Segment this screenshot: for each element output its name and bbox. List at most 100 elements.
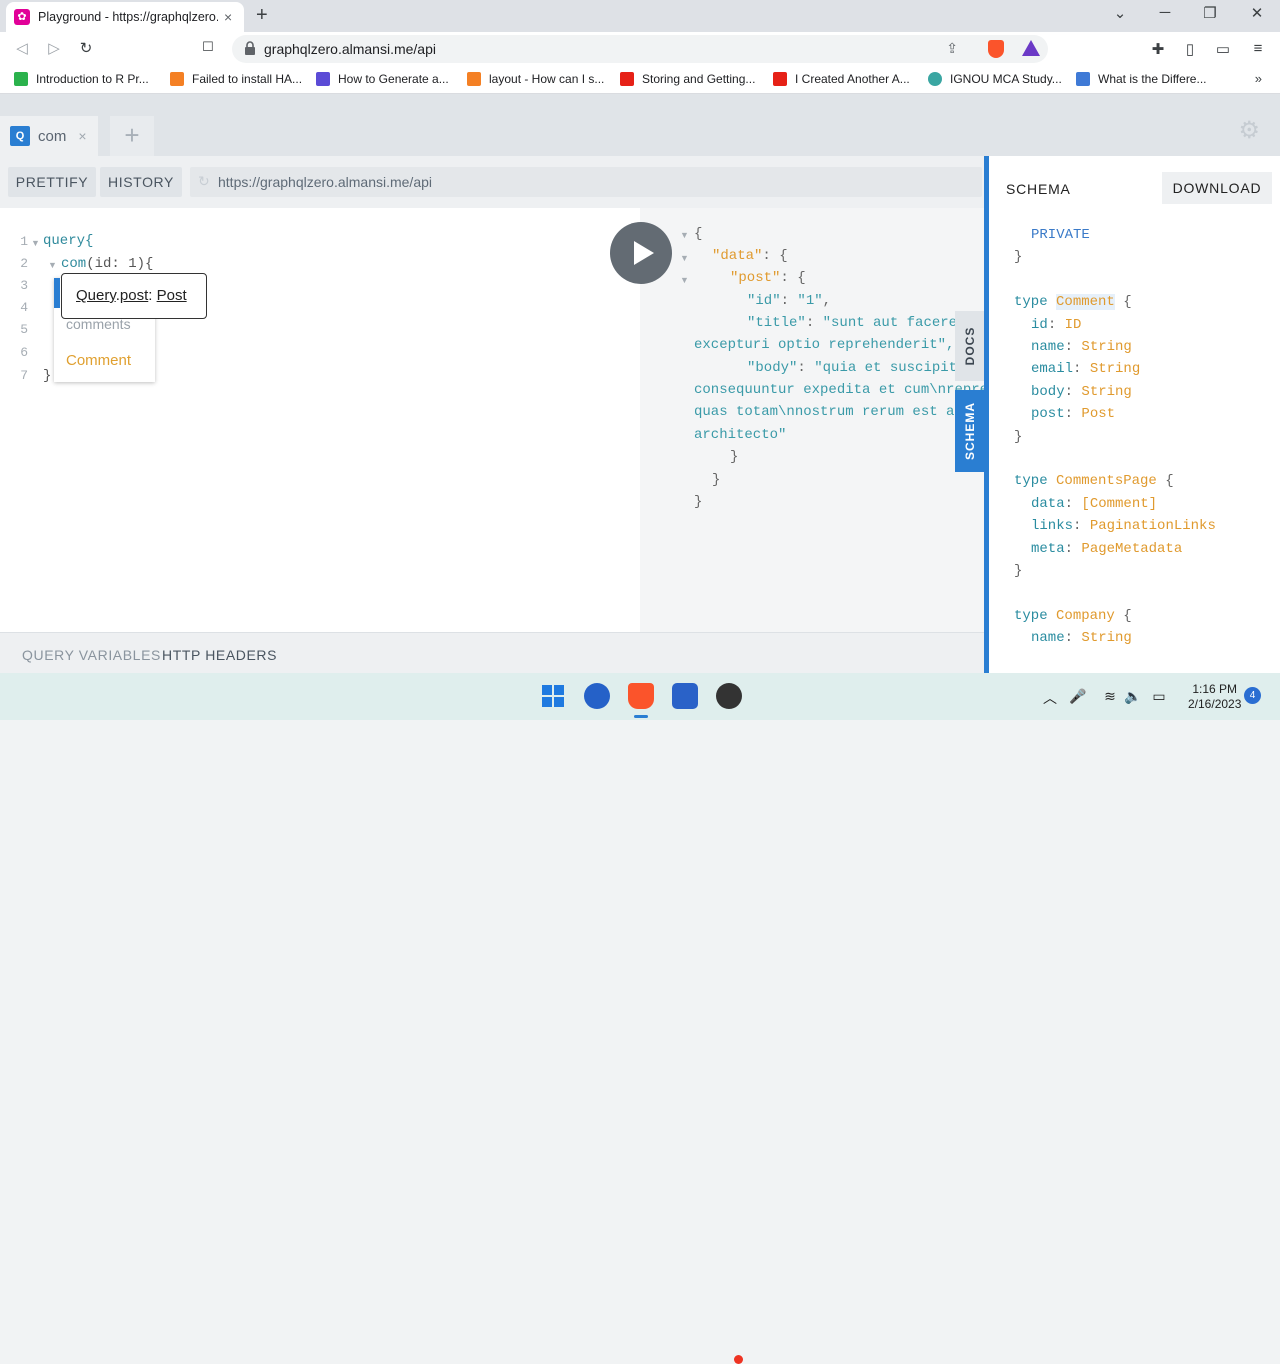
field-type[interactable]: [Comment] (1081, 496, 1157, 512)
schema-field: meta: PageMetadata (1031, 541, 1183, 557)
battery-icon[interactable]: ▭ (1150, 688, 1168, 705)
bookmark-item[interactable]: What is the Differe... (1076, 72, 1207, 86)
result-line: "post": { (730, 270, 806, 286)
query-variables-tab[interactable]: QUERY VARIABLES (22, 647, 161, 663)
result-line: consequuntur expedita et cum\nreprehende… (694, 382, 984, 398)
schema-tab[interactable]: SCHEMA (955, 390, 984, 472)
autocomplete-item-comment[interactable]: Comment (66, 352, 131, 369)
field-name: body (1031, 384, 1065, 400)
bookmark-label: IGNOU MCA Study... (950, 72, 1062, 86)
bookmark-item[interactable]: Storing and Getting... (620, 72, 755, 86)
reload-icon[interactable]: ↻ (76, 39, 96, 57)
bookmark-item[interactable]: I Created Another A... (773, 72, 910, 86)
fold-arrow-icon[interactable]: ▼ (680, 253, 689, 263)
query-editor[interactable]: 1 ▼ 2 ▼ 3 4 5 6 7 query{ com(id: 1){ } (0, 208, 640, 632)
type-name[interactable]: Company (1056, 608, 1115, 624)
enum-value: PRIVATE (1031, 227, 1090, 243)
playground-tab[interactable]: Q com × (0, 116, 98, 156)
docs-tab-label: DOCS (962, 326, 977, 366)
type-name[interactable]: Comment (1056, 294, 1115, 310)
wifi-icon[interactable]: ≋ (1101, 688, 1119, 705)
schema-field: name: String (1031, 630, 1132, 646)
bookmark-label: Storing and Getting... (642, 72, 756, 86)
field-type[interactable]: ID (1065, 317, 1082, 333)
bookmark-label: layout - How can I s... (489, 72, 605, 86)
field-type[interactable]: PageMetadata (1081, 541, 1182, 557)
fold-arrow-icon[interactable]: ▼ (680, 275, 689, 285)
bookmark-item[interactable]: Failed to install HA... (170, 72, 302, 86)
mic-icon[interactable]: 🎤 (1069, 688, 1087, 705)
field-type[interactable]: PaginationLinks (1090, 518, 1216, 534)
add-tab-button[interactable]: + (110, 116, 154, 156)
close-tab-icon[interactable]: × (224, 9, 232, 25)
run-query-button[interactable] (610, 222, 672, 284)
fold-arrow-icon[interactable]: ▼ (48, 260, 57, 270)
json-key: "title" (747, 315, 806, 331)
http-headers-tab[interactable]: HTTP HEADERS (162, 647, 277, 663)
bookmark-item[interactable]: How to Generate a... (316, 72, 449, 86)
reload-icon[interactable]: ↻ (198, 173, 210, 190)
field-name: meta (1031, 541, 1065, 557)
obs-icon[interactable] (716, 683, 742, 709)
fold-arrow-icon[interactable]: ▼ (680, 230, 689, 240)
sidebar-icon[interactable]: ▯ (1180, 40, 1200, 58)
type-name[interactable]: CommentsPage (1056, 473, 1157, 489)
brave-rewards-icon[interactable] (1022, 40, 1040, 56)
share-icon[interactable]: ⇪ (946, 40, 958, 57)
window-close-icon[interactable]: ✕ (1247, 4, 1267, 22)
brave-shield-icon[interactable] (988, 40, 1004, 58)
bookmarks-overflow-icon[interactable]: » (1255, 71, 1262, 86)
forward-icon[interactable]: ▷ (44, 39, 64, 57)
notepad-icon[interactable] (672, 683, 698, 709)
field-name: data (1031, 496, 1065, 512)
docs-tab[interactable]: DOCS (955, 311, 984, 381)
restore-icon[interactable]: ❐ (1200, 4, 1220, 22)
bookmark-icon[interactable]: ☐ (198, 39, 218, 55)
line-number: 5 (20, 322, 28, 337)
close-icon[interactable]: × (78, 128, 86, 144)
json-key: "id" (747, 293, 781, 309)
download-button[interactable]: DOWNLOAD (1162, 172, 1272, 204)
schema-type-company: type Company { (1014, 608, 1132, 624)
tooltip-type[interactable]: Post (157, 287, 187, 304)
json-punct: : { (780, 270, 806, 286)
endpoint-input[interactable]: ↻ https://graphqlzero.almansi.me/api (190, 167, 982, 197)
field-type[interactable]: String (1090, 361, 1140, 377)
gear-icon[interactable]: ⚙ (1238, 116, 1260, 145)
notification-badge[interactable]: 4 (1244, 687, 1261, 704)
tab-search-icon[interactable]: ⌄ (1110, 4, 1130, 22)
field-type[interactable]: String (1081, 384, 1131, 400)
prettify-button[interactable]: PRETTIFY (8, 167, 96, 197)
windows-start-icon[interactable] (540, 683, 566, 709)
browser-tab-strip: ✿ Playground - https://graphqlzero.alman… (0, 0, 1280, 32)
clock[interactable]: 1:16 PM 2/16/2023 (1188, 682, 1241, 712)
field-type[interactable]: Post (1081, 406, 1115, 422)
back-icon[interactable]: ◁ (12, 39, 32, 57)
address-bar[interactable]: graphqlzero.almansi.me/api ⇪ (232, 35, 1048, 63)
wallet-icon[interactable]: ▭ (1213, 40, 1233, 58)
chevron-up-icon[interactable]: ︿ (1041, 688, 1059, 708)
variables-bar: QUERY VARIABLES HTTP HEADERS (0, 632, 984, 673)
schema-title: SCHEMA (1006, 181, 1071, 197)
fold-arrow-icon[interactable]: ▼ (31, 238, 40, 248)
type-keyword: type (1014, 608, 1048, 624)
menu-icon[interactable]: ≡ (1248, 40, 1268, 57)
field-type[interactable]: String (1081, 339, 1131, 355)
field-name: name (1031, 630, 1065, 646)
minimize-icon[interactable]: ─ (1155, 4, 1175, 21)
json-key: "post" (730, 270, 781, 286)
tooltip-query[interactable]: Query (76, 287, 116, 304)
active-app-indicator (634, 715, 648, 718)
bookmark-item[interactable]: Introduction to R Pr... (14, 72, 149, 86)
extensions-icon[interactable]: ✚ (1148, 40, 1168, 58)
new-tab-button[interactable]: + (256, 4, 268, 27)
volume-icon[interactable]: 🔈 (1124, 688, 1142, 705)
field-type[interactable]: String (1081, 630, 1131, 646)
bookmark-item[interactable]: layout - How can I s... (467, 72, 604, 86)
brave-browser-icon[interactable] (628, 683, 654, 709)
bookmark-item[interactable]: IGNOU MCA Study... (928, 72, 1062, 86)
firefox-icon[interactable] (584, 683, 610, 709)
tooltip-field[interactable]: post (120, 287, 148, 304)
history-button[interactable]: HISTORY (100, 167, 182, 197)
browser-tab[interactable]: ✿ Playground - https://graphqlzero.alman… (6, 2, 244, 32)
